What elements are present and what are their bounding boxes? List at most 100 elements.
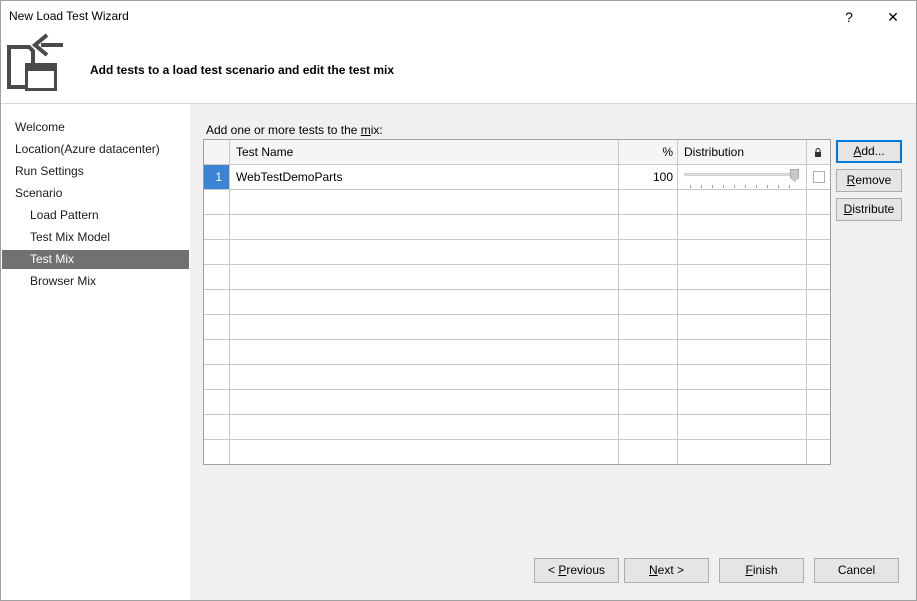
finish-button[interactable]: Finish (719, 558, 804, 583)
row-index-cell[interactable] (204, 365, 230, 389)
slider-tick (756, 185, 757, 188)
header-distribution[interactable]: Distribution (678, 140, 807, 164)
test-name-cell[interactable] (230, 290, 619, 314)
slider-tick (690, 185, 691, 188)
test-mix-grid: Test Name % Distribution 1 WebTestDemoPa… (203, 139, 831, 465)
percent-cell[interactable] (619, 390, 678, 414)
test-name-cell[interactable] (230, 440, 619, 464)
table-row[interactable] (204, 215, 830, 240)
table-row[interactable] (204, 365, 830, 390)
percent-cell[interactable] (619, 265, 678, 289)
header-percent[interactable]: % (619, 140, 678, 164)
distribution-cell (678, 165, 807, 189)
nav-item-test-mix-model[interactable]: Test Mix Model (2, 228, 189, 247)
test-name-cell[interactable] (230, 215, 619, 239)
window-title: New Load Test Wizard (9, 9, 129, 23)
lock-cell (807, 290, 830, 314)
test-name-cell[interactable] (230, 390, 619, 414)
test-name-cell[interactable] (230, 340, 619, 364)
remove-button[interactable]: Remove (836, 169, 902, 192)
percent-cell[interactable] (619, 190, 678, 214)
percent-cell[interactable] (619, 290, 678, 314)
lock-checkbox[interactable] (813, 171, 825, 183)
test-mix-label: Add one or more tests to the mix: (206, 123, 383, 137)
previous-button-pre: < (547, 563, 559, 577)
add-button[interactable]: Add... (836, 140, 902, 163)
row-index-cell[interactable] (204, 315, 230, 339)
table-row[interactable] (204, 390, 830, 415)
distribution-cell (678, 240, 807, 264)
distribution-cell (678, 215, 807, 239)
row-index-cell[interactable] (204, 290, 230, 314)
table-row[interactable] (204, 290, 830, 315)
row-index-cell[interactable] (204, 340, 230, 364)
test-name-cell[interactable]: WebTestDemoParts (230, 165, 619, 189)
nav-item-welcome[interactable]: Welcome (2, 118, 189, 137)
wizard-header: Add tests to a load test scenario and ed… (1, 33, 916, 103)
row-index-cell[interactable] (204, 390, 230, 414)
lock-icon (815, 148, 821, 157)
lock-cell (807, 215, 830, 239)
test-name-cell[interactable] (230, 315, 619, 339)
table-row[interactable] (204, 190, 830, 215)
row-index-cell[interactable] (204, 240, 230, 264)
row-index-cell[interactable] (204, 190, 230, 214)
nav-item-test-mix[interactable]: Test Mix (2, 250, 189, 269)
test-name-cell[interactable] (230, 415, 619, 439)
finish-button-text: inish (752, 563, 778, 577)
percent-cell[interactable] (619, 415, 678, 439)
remove-button-accel: R (846, 173, 856, 187)
test-mix-label-accel: m (360, 123, 371, 137)
nav-item-location[interactable]: Location(Azure datacenter) (2, 140, 189, 159)
cancel-button[interactable]: Cancel (814, 558, 899, 583)
header-lock[interactable] (807, 140, 830, 164)
nav-item-load-pattern[interactable]: Load Pattern (2, 206, 189, 225)
close-button[interactable]: ✕ (871, 1, 915, 33)
test-name-cell[interactable] (230, 265, 619, 289)
percent-cell[interactable] (619, 340, 678, 364)
wizard-window: New Load Test Wizard ? ✕ Add tests to a … (0, 0, 917, 601)
table-row[interactable] (204, 315, 830, 340)
test-name-cell[interactable] (230, 190, 619, 214)
percent-cell[interactable] (619, 240, 678, 264)
distribution-cell (678, 265, 807, 289)
help-button[interactable]: ? (827, 1, 871, 33)
percent-cell[interactable] (619, 215, 678, 239)
row-index-cell[interactable] (204, 265, 230, 289)
percent-cell[interactable]: 100 (619, 165, 678, 189)
header-test-name[interactable]: Test Name (230, 140, 619, 164)
row-index-cell[interactable]: 1 (204, 165, 230, 189)
table-row[interactable] (204, 240, 830, 265)
test-name-cell[interactable] (230, 365, 619, 389)
row-index-cell[interactable] (204, 440, 230, 464)
next-button[interactable]: Next > (624, 558, 709, 583)
table-row[interactable] (204, 440, 830, 465)
distribution-cell (678, 415, 807, 439)
table-row[interactable]: 1 WebTestDemoParts 100 (204, 165, 830, 190)
table-row[interactable] (204, 265, 830, 290)
lock-cell (807, 340, 830, 364)
nav-item-browser-mix[interactable]: Browser Mix (2, 272, 189, 291)
previous-button[interactable]: < Previous (534, 558, 619, 583)
slider-tick (712, 185, 713, 188)
percent-cell[interactable] (619, 315, 678, 339)
slider-tick (767, 185, 768, 188)
percent-cell[interactable] (619, 440, 678, 464)
load-test-wizard-icon (7, 33, 63, 91)
distribution-slider-track[interactable] (684, 173, 796, 176)
lock-cell (807, 415, 830, 439)
table-row[interactable] (204, 415, 830, 440)
slider-tick (745, 185, 746, 188)
nav-item-run-settings[interactable]: Run Settings (2, 162, 189, 181)
row-index-cell[interactable] (204, 215, 230, 239)
slider-tick (723, 185, 724, 188)
lock-cell (807, 165, 830, 189)
distribution-slider-thumb[interactable] (790, 169, 799, 182)
row-index-cell[interactable] (204, 415, 230, 439)
test-name-cell[interactable] (230, 240, 619, 264)
nav-item-scenario[interactable]: Scenario (2, 184, 189, 203)
distribution-cell (678, 290, 807, 314)
table-row[interactable] (204, 340, 830, 365)
distribute-button[interactable]: Distribute (836, 198, 902, 221)
percent-cell[interactable] (619, 365, 678, 389)
